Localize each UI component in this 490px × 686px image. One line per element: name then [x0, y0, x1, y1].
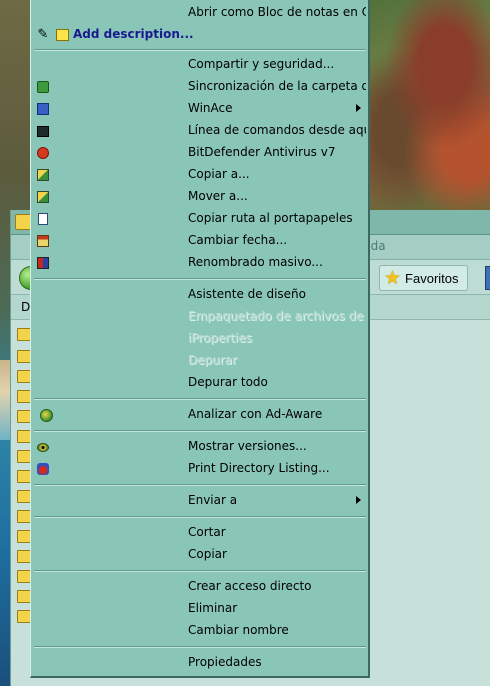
menu-item-debug: Depurar: [31, 351, 369, 371]
versions-icon: [36, 440, 50, 454]
menu-separator: [34, 484, 366, 486]
menu-item-label: Crear acceso directo: [188, 579, 312, 593]
menu-item-pack-files: Empaquetado de archivos de A: [31, 307, 369, 327]
star-icon: ★: [384, 267, 402, 289]
menu-item-label: Mostrar versiones...: [188, 439, 307, 453]
ad-aware-icon: [39, 408, 53, 422]
menu-item-cut[interactable]: Cortar: [31, 523, 369, 543]
menu-item-bitdefender[interactable]: BitDefender Antivirus v7: [31, 143, 369, 163]
favorites-button[interactable]: ★ Favoritos: [379, 265, 468, 291]
menu-item-label: Copiar: [188, 547, 227, 561]
menu-item-label: Add description...: [73, 27, 194, 41]
context-menu: Abrir como Bloc de notas en C ✎ Add desc…: [30, 0, 370, 678]
bitdefender-icon: [36, 146, 50, 160]
menu-item-label: Enviar a: [188, 493, 238, 507]
move-to-icon: [36, 190, 50, 204]
winace-icon: [36, 102, 50, 116]
menu-separator: [34, 646, 366, 648]
menu-item-label: Copiar ruta al portapapeles: [188, 211, 353, 225]
menu-item-label: Depurar todo: [188, 375, 268, 389]
bulk-rename-icon: [36, 256, 50, 270]
menu-item-label: Sincronización de la carpeta d: [188, 79, 366, 93]
menu-item-send-to[interactable]: Enviar a: [31, 491, 369, 511]
menu-item-sync-folder[interactable]: Sincronización de la carpeta d: [31, 77, 369, 97]
print-listing-icon: [36, 462, 50, 476]
menu-separator: [34, 430, 366, 432]
menu-item-delete[interactable]: Eliminar: [31, 599, 369, 619]
command-prompt-icon: [36, 124, 50, 138]
menu-separator: [34, 516, 366, 518]
menu-item-label: Abrir como Bloc de notas en C: [188, 5, 366, 19]
menu-item-command-line[interactable]: Línea de comandos desde aquí: [31, 121, 369, 141]
menu-item-debug-all[interactable]: Depurar todo: [31, 373, 369, 393]
note-icon: [55, 28, 69, 42]
menu-item-label: Mover a...: [188, 189, 248, 203]
menu-item-share-security[interactable]: Compartir y seguridad...: [31, 55, 369, 75]
menu-item-create-shortcut[interactable]: Crear acceso directo: [31, 577, 369, 597]
submenu-arrow-icon: [356, 104, 361, 112]
menu-item-print-directory[interactable]: Print Directory Listing...: [31, 459, 369, 479]
menu-item-label: Línea de comandos desde aquí: [188, 123, 366, 137]
menu-item-bulk-rename[interactable]: Renombrado masivo...: [31, 253, 369, 273]
menu-item-iproperties: iProperties: [31, 329, 369, 349]
menu-item-open-notepad[interactable]: Abrir como Bloc de notas en C: [31, 3, 369, 23]
menu-item-change-date[interactable]: Cambiar fecha...: [31, 231, 369, 251]
menu-item-copy-path[interactable]: Copiar ruta al portapapeles: [31, 209, 369, 229]
menu-separator: [34, 398, 366, 400]
menu-item-label: Renombrado masivo...: [188, 255, 323, 269]
menu-item-label: Eliminar: [188, 601, 238, 615]
menu-separator: [34, 570, 366, 572]
menu-item-label: Copiar a...: [188, 167, 250, 181]
sync-folder-icon: [36, 80, 50, 94]
menu-item-rename[interactable]: Cambiar nombre: [31, 621, 369, 641]
menu-item-ad-aware[interactable]: Analizar con Ad-Aware: [31, 405, 369, 425]
menu-item-show-versions[interactable]: Mostrar versiones...: [31, 437, 369, 457]
menu-item-label: Cambiar fecha...: [188, 233, 288, 247]
menu-item-label: Cortar: [188, 525, 226, 539]
address-label: D: [21, 300, 31, 314]
menu-item-label: Analizar con Ad-Aware: [188, 407, 323, 421]
menu-item-label: BitDefender Antivirus v7: [188, 145, 336, 159]
menu-item-label: Compartir y seguridad...: [188, 57, 335, 71]
menu-item-label: Cambiar nombre: [188, 623, 289, 637]
menu-item-copy[interactable]: Copiar: [31, 545, 369, 565]
toolbar-button-partial[interactable]: [485, 266, 490, 290]
menu-item-add-description[interactable]: ✎ Add description...: [31, 25, 369, 45]
copy-path-icon: [36, 212, 50, 226]
menu-item-winace[interactable]: WinAce: [31, 99, 369, 119]
favorites-label: Favoritos: [405, 270, 459, 286]
submenu-arrow-icon: [356, 496, 361, 504]
menu-item-label: iProperties: [188, 331, 252, 345]
change-date-icon: [36, 234, 50, 248]
pencil-icon: ✎: [37, 27, 49, 42]
menu-item-label: Asistente de diseño: [188, 287, 306, 301]
menu-item-label: Propiedades: [188, 655, 262, 669]
copy-to-icon: [36, 168, 50, 182]
menu-item-label: Empaquetado de archivos de A: [188, 309, 366, 323]
menu-item-label: WinAce: [188, 101, 233, 115]
menu-item-copy-to[interactable]: Copiar a...: [31, 165, 369, 185]
menu-separator: [34, 49, 366, 51]
menu-separator: [34, 278, 366, 280]
menu-item-label: Depurar: [188, 353, 238, 367]
menu-item-label: Print Directory Listing...: [188, 461, 330, 475]
menu-item-move-to[interactable]: Mover a...: [31, 187, 369, 207]
menu-item-design-wizard[interactable]: Asistente de diseño: [31, 285, 369, 305]
menu-item-properties[interactable]: Propiedades: [31, 653, 369, 673]
